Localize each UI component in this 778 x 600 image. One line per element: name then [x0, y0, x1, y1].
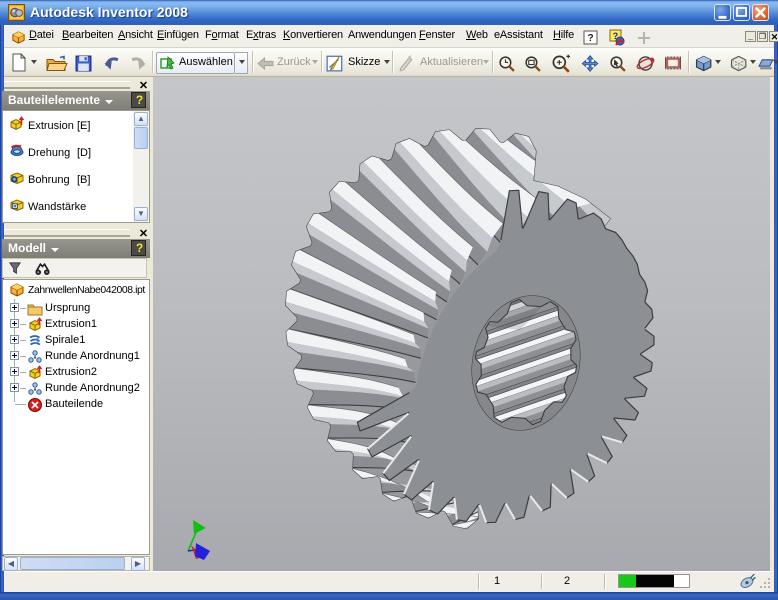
svg-text:?: ?	[587, 33, 593, 44]
